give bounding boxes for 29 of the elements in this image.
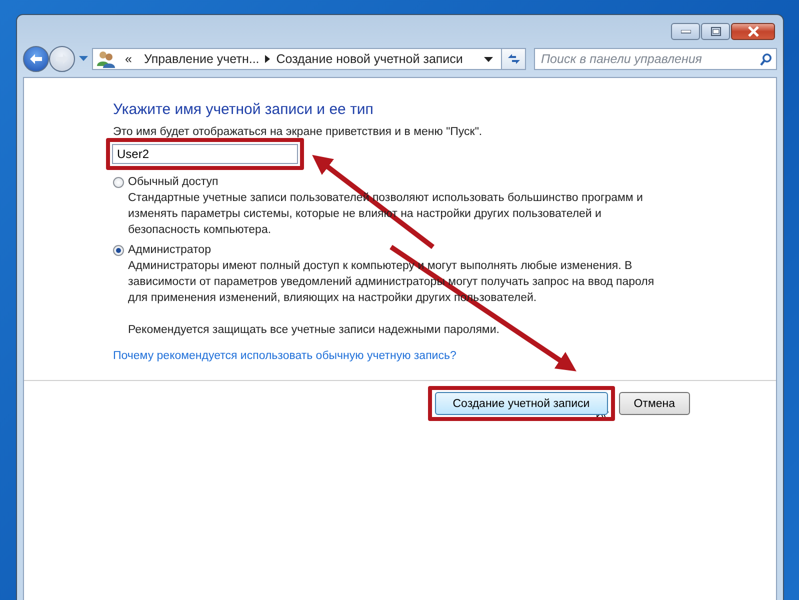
minimize-icon xyxy=(680,30,690,34)
maximize-button[interactable] xyxy=(701,23,730,40)
breadcrumb-overflow[interactable]: « xyxy=(119,52,138,66)
hint-text: Это имя будет отображаться на экране приветствия и в меню "Пуск". xyxy=(113,125,484,139)
refresh-icon xyxy=(506,53,520,65)
search-field[interactable]: Поиск в панели управления xyxy=(534,48,777,70)
option-description: Рекомендуется защищать все учетные записи надежными паролями. xyxy=(128,323,500,338)
chevron-right-icon xyxy=(265,55,270,63)
forward-button[interactable] xyxy=(49,46,75,72)
arrow-left-icon xyxy=(29,53,43,65)
minimize-button[interactable] xyxy=(671,23,700,40)
radio-option[interactable]: Администратор xyxy=(113,244,211,256)
dropdown-icon[interactable] xyxy=(484,56,493,62)
breadcrumb[interactable]: Управление учетн... xyxy=(138,52,266,66)
back-button[interactable] xyxy=(23,46,49,72)
name-field[interactable]: User2 xyxy=(112,144,298,164)
close-icon xyxy=(746,26,760,37)
maximize-icon xyxy=(710,27,720,36)
breadcrumb[interactable]: Создание новой учетной записи xyxy=(270,52,469,66)
users-icon xyxy=(96,50,116,68)
radio-option[interactable]: Обычный доступ xyxy=(113,176,218,188)
page-heading: Укажите имя учетной записи и ее тип xyxy=(113,101,374,119)
create-account-button[interactable]: Создание учетной записи xyxy=(434,392,608,415)
refresh-button[interactable] xyxy=(502,48,526,70)
help-link[interactable]: Почему рекомендуется использовать обычную учетную запись? xyxy=(113,350,456,362)
cancel-button[interactable]: Отмена xyxy=(618,392,690,415)
address-bar[interactable]: « Управление учетн... Создание новой учетной записи xyxy=(92,48,502,70)
close-button[interactable] xyxy=(731,23,775,40)
search-icon xyxy=(760,52,772,66)
